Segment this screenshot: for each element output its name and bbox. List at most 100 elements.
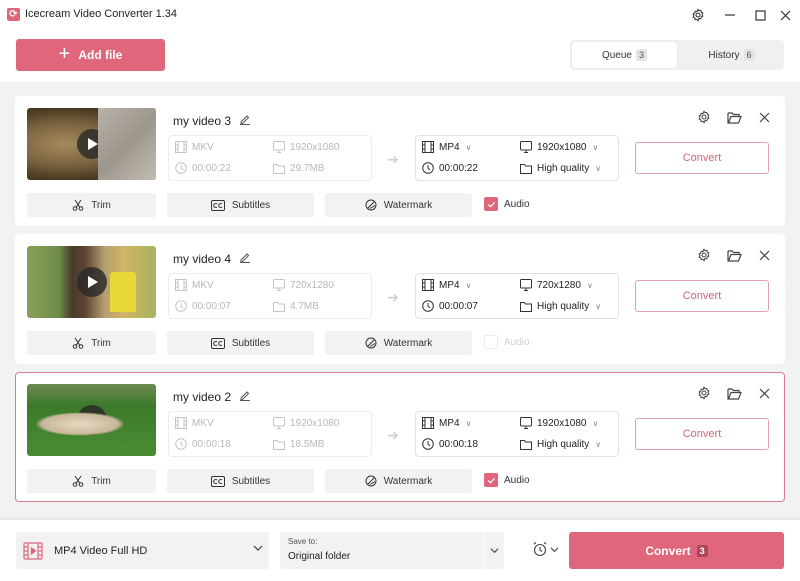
audio-checkbox[interactable]: Audio — [484, 335, 530, 349]
watermark-label: Watermark — [383, 199, 433, 211]
tab-history-label: History — [708, 49, 740, 61]
minimize-icon[interactable] — [720, 5, 740, 25]
source-format: MKV — [192, 417, 214, 429]
subtitles-label: Subtitles — [231, 337, 271, 349]
target-resolution-dropdown[interactable]: 720x1280 ∨ — [520, 279, 593, 291]
view-tabs: Queue 3 History 6 — [570, 40, 784, 70]
trim-button[interactable]: Trim — [27, 193, 156, 217]
checkbox-box[interactable] — [484, 197, 498, 211]
play-icon[interactable] — [76, 267, 107, 297]
film-icon — [422, 279, 434, 291]
source-size: 29.7MB — [290, 162, 325, 174]
target-duration: 00:00:22 — [439, 162, 478, 174]
edit-pencil-icon[interactable] — [239, 251, 251, 266]
film-icon — [422, 141, 434, 153]
audio-label: Audio — [504, 474, 530, 486]
save-to-dropdown[interactable]: Save to: Original folder — [280, 532, 504, 569]
tab-history[interactable]: History 6 — [679, 40, 784, 70]
clock-icon — [422, 438, 434, 450]
checkmark-icon — [487, 201, 495, 208]
chevron-down-icon: ∨ — [592, 142, 599, 152]
remove-item-close-icon[interactable] — [756, 109, 772, 125]
target-format: MP4 — [439, 279, 460, 291]
clock-icon — [422, 300, 434, 312]
close-window-icon[interactable] — [775, 5, 795, 25]
convert-item-button[interactable]: Convert — [635, 418, 769, 450]
target-format-dropdown[interactable]: MP4 ∨ — [422, 141, 471, 153]
add-file-label: Add file — [78, 48, 123, 62]
target-resolution: 1920x1080 — [537, 417, 587, 429]
queue-item[interactable]: my video 3 MKV 1920x1080 00:00:22 29.7MB… — [15, 96, 785, 226]
edit-pencil-icon[interactable] — [239, 113, 251, 128]
watermark-button[interactable]: Watermark — [325, 193, 472, 217]
convert-all-button[interactable]: Convert 3 — [569, 532, 784, 569]
target-quality: High quality — [537, 162, 590, 174]
video-thumbnail[interactable] — [27, 108, 156, 180]
target-format-dropdown[interactable]: MP4 ∨ — [422, 279, 471, 291]
remove-item-close-icon[interactable] — [756, 385, 772, 401]
convert-item-button[interactable]: Convert — [635, 142, 769, 174]
item-settings-gear-icon[interactable] — [696, 109, 712, 125]
watermark-button[interactable]: Watermark — [325, 469, 472, 493]
video-thumbnail[interactable] — [27, 384, 156, 456]
arrow-right-icon: ➔ — [387, 151, 399, 167]
chevron-down-icon: ∨ — [592, 418, 599, 428]
clock-icon — [175, 300, 187, 312]
target-quality: High quality — [537, 438, 590, 450]
watermark-button[interactable]: Watermark — [325, 331, 472, 355]
target-format: MP4 — [439, 417, 460, 429]
play-icon[interactable] — [76, 405, 107, 435]
add-file-button[interactable]: + Add file — [16, 39, 165, 71]
video-thumbnail[interactable] — [27, 246, 156, 318]
video-name: my video 4 — [173, 251, 232, 266]
target-settings: MP4 ∨ 1920x1080 ∨ 00:00:18 High quality ∨ — [415, 411, 619, 457]
folder-icon — [520, 438, 532, 450]
open-folder-icon[interactable] — [726, 385, 742, 401]
convert-item-button[interactable]: Convert — [635, 280, 769, 312]
chevron-down-icon: ∨ — [465, 142, 472, 152]
audio-checkbox[interactable]: Audio — [484, 197, 530, 211]
target-quality-dropdown[interactable]: High quality ∨ — [520, 300, 601, 312]
edit-pencil-icon[interactable] — [239, 389, 251, 404]
plus-icon: + — [58, 43, 71, 65]
watermark-label: Watermark — [383, 475, 433, 487]
maximize-icon[interactable] — [750, 5, 770, 25]
trim-button[interactable]: Trim — [27, 469, 156, 493]
tab-queue-label: Queue — [601, 49, 632, 61]
closed-captions-icon — [210, 475, 225, 487]
subtitles-button[interactable]: Subtitles — [167, 193, 314, 217]
checkmark-icon — [487, 477, 495, 484]
queue-item[interactable]: my video 2 MKV 1920x1080 00:00:18 18.5MB… — [15, 372, 785, 502]
target-quality-dropdown[interactable]: High quality ∨ — [520, 438, 601, 450]
checkbox-box[interactable] — [484, 335, 498, 349]
checkbox-box[interactable] — [484, 473, 498, 487]
open-folder-icon[interactable] — [726, 247, 742, 263]
item-settings-gear-icon[interactable] — [696, 247, 712, 263]
settings-gear-icon[interactable] — [688, 5, 708, 25]
audio-checkbox[interactable]: Audio — [484, 473, 530, 487]
target-resolution-dropdown[interactable]: 1920x1080 ∨ — [520, 141, 598, 153]
play-icon[interactable] — [76, 129, 107, 159]
target-format: MP4 — [439, 141, 460, 153]
target-resolution-dropdown[interactable]: 1920x1080 ∨ — [520, 417, 598, 429]
save-to-chevron-down-icon[interactable] — [483, 532, 504, 569]
subtitles-button[interactable]: Subtitles — [167, 469, 314, 493]
schedule-button[interactable] — [532, 541, 559, 557]
source-duration: 00:00:18 — [192, 438, 231, 450]
item-settings-gear-icon[interactable] — [696, 385, 712, 401]
trim-label: Trim — [91, 475, 111, 487]
queue-item[interactable]: my video 4 MKV 720x1280 00:00:07 4.7MB ➔… — [15, 234, 785, 364]
tab-queue[interactable]: Queue 3 — [572, 42, 677, 68]
open-folder-icon[interactable] — [726, 109, 742, 125]
remove-item-close-icon[interactable] — [756, 247, 772, 263]
arrow-right-icon: ➔ — [387, 427, 399, 443]
subtitles-button[interactable]: Subtitles — [167, 331, 314, 355]
source-info: MKV 1920x1080 00:00:18 18.5MB — [168, 411, 372, 457]
video-name-row: my video 2 — [173, 389, 251, 404]
subtitles-label: Subtitles — [231, 475, 271, 487]
trim-button[interactable]: Trim — [27, 331, 156, 355]
output-preset-dropdown[interactable]: MP4 Video Full HD — [16, 532, 269, 569]
target-format-dropdown[interactable]: MP4 ∨ — [422, 417, 471, 429]
target-quality-dropdown[interactable]: High quality ∨ — [520, 162, 601, 174]
source-resolution: 1920x1080 — [290, 417, 340, 429]
